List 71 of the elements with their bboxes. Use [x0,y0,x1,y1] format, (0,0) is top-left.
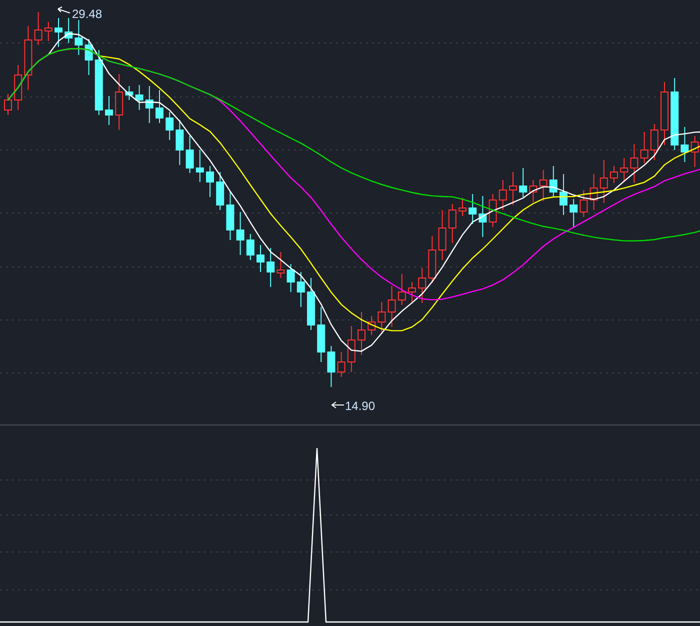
candlestick [296,272,305,308]
candlestick [529,180,538,202]
candlestick [266,248,275,288]
arrow-icon [331,402,344,408]
candlestick [428,236,436,284]
candlestick [276,252,285,278]
candlestick [196,150,204,182]
candlestick [34,12,42,46]
candlestick [84,38,93,76]
candlestick [166,112,174,140]
candlestick [418,268,426,304]
candlestick [498,180,507,210]
candlestick [408,282,416,302]
candlestick [388,286,396,328]
candlestick [478,196,487,238]
candlestick [347,326,356,372]
candlestick [509,172,517,206]
candlestick [256,244,264,272]
candlestick [640,132,648,164]
candlestick [539,170,548,202]
candlestick [94,50,103,116]
candlestick [14,64,22,110]
candlestick [286,264,295,292]
candlestick [307,278,315,330]
candlestick [64,18,73,44]
candlestick [115,74,124,130]
candlestick [610,166,618,184]
candlestick [549,166,558,198]
candlestick [398,274,406,306]
candlestick [620,158,628,182]
candlestick [358,312,366,356]
candlestick [650,124,658,160]
candlestick [368,316,376,336]
candlestick [74,20,83,56]
candlestick [519,168,528,198]
high-price-label: 29.48 [72,7,102,21]
candlestick [570,198,578,228]
candlestick [680,126,689,162]
candlestick [317,306,326,362]
candlestick [156,90,164,124]
candlestick [327,346,336,388]
candlestick [54,18,62,48]
candlestick [105,96,113,126]
candlestick [135,84,144,110]
candlestick [24,26,32,90]
candlestick [378,302,386,332]
candlestick [580,190,588,218]
candlestick [216,172,224,210]
candlestick [236,212,244,256]
candlestick [4,94,12,116]
candlestick [590,174,598,210]
arrow-icon [58,6,70,14]
candlestick [145,86,154,124]
candlestick [458,198,466,216]
candlestick [44,22,52,42]
candlestick [600,160,608,204]
candlestick [660,82,668,146]
candlestick [468,194,477,224]
candlestick [206,166,214,198]
low-price-label: 14.90 [345,399,376,413]
candlestick [186,136,194,174]
candlestick [448,204,456,244]
candlestick [246,234,254,260]
candlestick [438,210,446,260]
candlestick [125,86,134,100]
candlestick [630,144,638,184]
candlestick [488,194,497,228]
candlestick [176,120,184,166]
candlestick [560,174,568,216]
candlestick [337,352,346,378]
candlestick [226,190,234,240]
